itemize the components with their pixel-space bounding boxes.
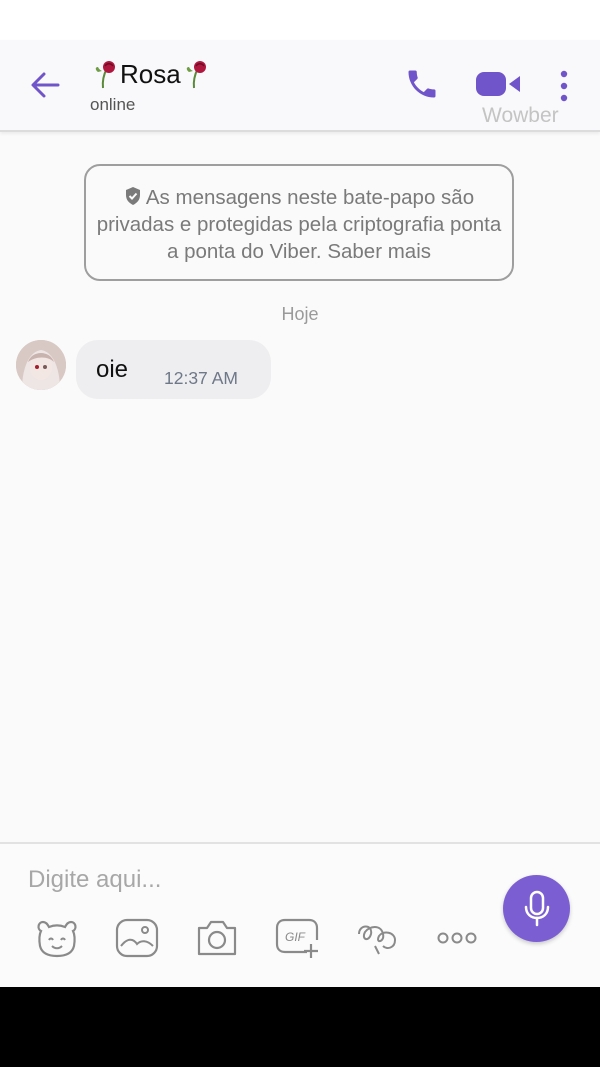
gif-icon[interactable]: GIF xyxy=(273,916,321,960)
encryption-notice-text: As mensagens neste bate-papo são privada… xyxy=(96,186,502,263)
encryption-notice[interactable]: As mensagens neste bate-papo são privada… xyxy=(84,164,514,281)
doodle-icon[interactable] xyxy=(353,916,401,960)
avatar-image xyxy=(16,340,66,390)
composer-bar: Digite aqui... GIF xyxy=(0,842,600,989)
rose-emoji-icon xyxy=(186,61,206,89)
contact-name[interactable]: Rosa xyxy=(90,58,211,90)
voice-message-button[interactable] xyxy=(503,875,570,942)
camera-icon[interactable] xyxy=(193,916,241,960)
sticker-bear-icon[interactable] xyxy=(33,916,81,960)
contact-status: online xyxy=(90,95,136,114)
message-input[interactable]: Digite aqui... xyxy=(28,864,468,896)
rose-emoji-icon xyxy=(95,61,115,89)
contact-name-label: Rosa xyxy=(120,58,181,89)
message-text: oie xyxy=(96,356,129,383)
more-horizontal-icon[interactable] xyxy=(433,916,481,960)
status-bar xyxy=(0,0,600,40)
video-camera-icon[interactable] xyxy=(474,66,524,102)
message-bubble[interactable]: oie 12:37 AM xyxy=(76,340,271,399)
chat-header: Rosa online Wowber xyxy=(0,40,600,132)
gallery-icon[interactable] xyxy=(113,916,161,960)
navigation-bar xyxy=(0,987,600,1067)
back-arrow-icon[interactable] xyxy=(28,68,62,102)
svg-text:GIF: GIF xyxy=(285,930,306,944)
phone-icon[interactable] xyxy=(404,66,440,102)
date-separator: Hoje xyxy=(281,304,319,324)
watermark: Wowber xyxy=(482,104,559,127)
avatar[interactable] xyxy=(16,340,66,390)
message-time: 12:37 AM xyxy=(164,368,238,388)
shield-icon xyxy=(125,187,140,205)
microphone-icon xyxy=(524,890,550,927)
more-vertical-icon[interactable] xyxy=(552,66,576,106)
